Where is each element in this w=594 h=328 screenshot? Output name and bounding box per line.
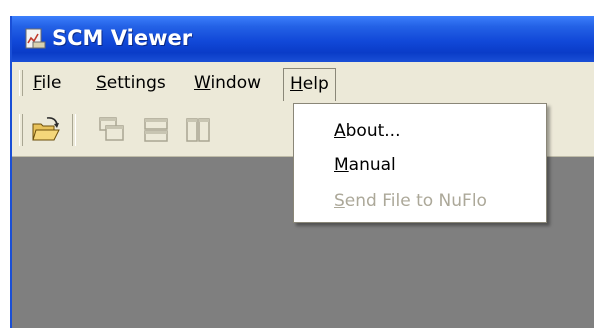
tile-vertical-icon[interactable] — [182, 114, 214, 146]
title-bar[interactable]: SCM Viewer — [10, 16, 594, 62]
open-folder-icon[interactable] — [30, 114, 62, 146]
window-title: SCM Viewer — [52, 26, 193, 50]
menu-window[interactable]: Window — [188, 68, 267, 98]
chart-document-icon — [25, 28, 46, 49]
help-dropdown-menu: About... Manual Send File to NuFlo — [293, 103, 547, 223]
toolbar-separator — [72, 114, 76, 146]
menu-settings[interactable]: Settings — [90, 68, 172, 98]
cascade-windows-icon[interactable] — [96, 114, 128, 146]
toolbar-grip[interactable] — [19, 114, 23, 146]
menu-item-about[interactable]: About... — [334, 116, 400, 146]
window-frame-edge — [10, 16, 12, 328]
screen-background — [10, 0, 594, 16]
menubar-grip[interactable] — [19, 70, 23, 96]
menu-file[interactable]: File — [27, 68, 67, 98]
tile-horizontal-icon[interactable] — [140, 114, 172, 146]
app-window: SCM Viewer File Settings Window Help Abo… — [10, 0, 594, 328]
menu-bar: File Settings Window Help — [10, 62, 594, 105]
menu-item-manual[interactable]: Manual — [334, 150, 396, 180]
menu-item-send-file[interactable]: Send File to NuFlo — [334, 186, 487, 216]
menu-help[interactable]: Help — [283, 68, 336, 101]
